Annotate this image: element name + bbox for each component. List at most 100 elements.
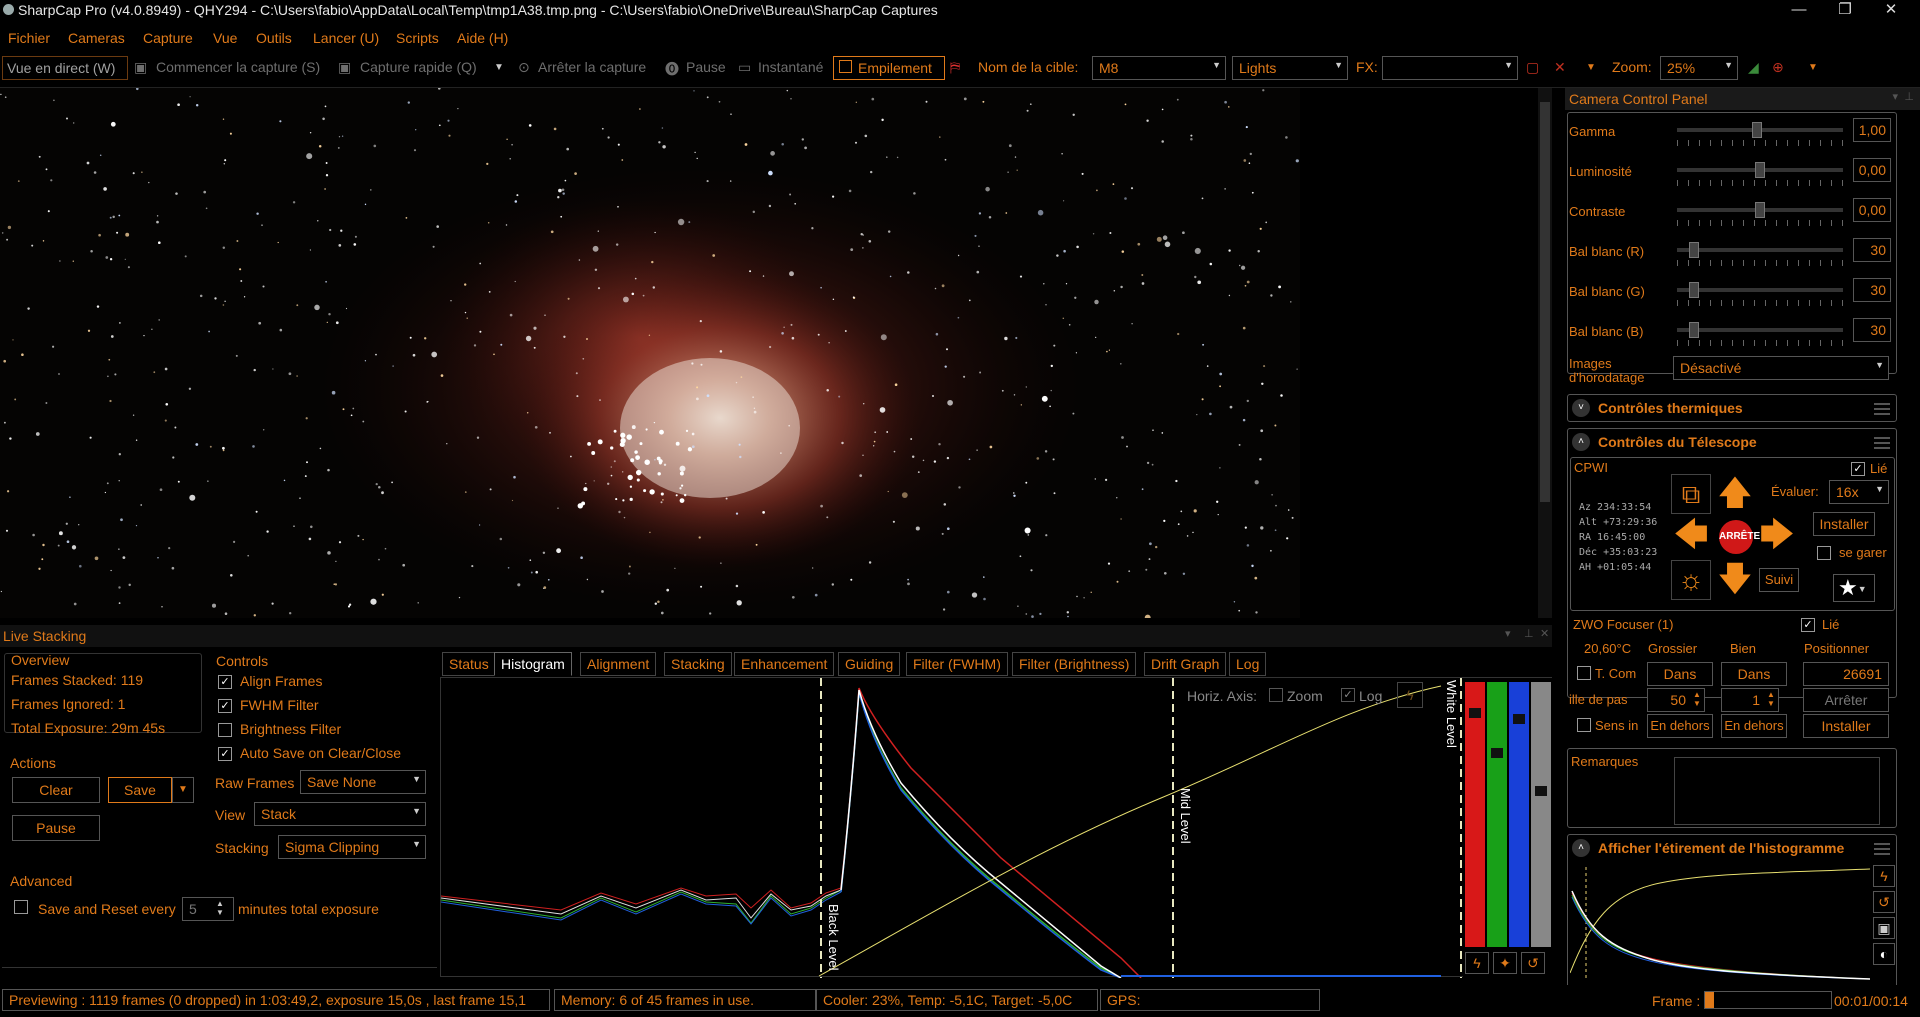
save-reset-checkbox[interactable] [14,900,28,914]
blue-slider-thumb[interactable] [1513,714,1525,724]
tab-guiding[interactable]: Guiding [838,652,901,676]
save-dropdown-chevron-icon[interactable]: ▼ [172,777,194,803]
pin-icon[interactable]: ▾ [1892,90,1898,103]
auto-stretch-icon[interactable]: ϟ [1465,952,1489,974]
stop-button[interactable]: ARRÊTE [1719,520,1760,554]
lightning-icon[interactable]: ϟ [1873,865,1895,887]
timestamp-select[interactable]: Désactivé ▼ [1673,356,1889,380]
track-button[interactable]: Suivi [1759,568,1799,592]
focuser-stop-button[interactable]: Arrêter [1803,688,1889,712]
snapshot-button[interactable]: Instantané [758,59,823,75]
fine-in-button[interactable]: Dans [1721,662,1787,686]
control-slider[interactable] [1677,328,1843,332]
focuser-linked-checkbox[interactable]: ✓ [1801,618,1815,632]
tab-alignment[interactable]: Alignment [580,652,657,676]
dock-icon[interactable]: ⊥ [1904,90,1914,103]
pause-button[interactable]: Pause [686,59,726,75]
pause-button[interactable]: Pause [12,815,100,841]
menu-fichier[interactable]: Fichier [8,30,50,46]
align-checkbox[interactable]: ✓ [218,675,232,689]
sun-icon[interactable]: ☼ [1671,560,1711,600]
histogram-chart[interactable] [441,678,1553,978]
contrast-icon[interactable]: ◐ [1873,943,1895,965]
reverse-checkbox[interactable] [1577,718,1591,732]
menu-icon[interactable] [1874,843,1890,855]
expand-chevron-icon[interactable]: ˅ [1572,399,1590,417]
scrollbar-thumb[interactable] [1540,102,1550,502]
control-value[interactable]: 0,00 [1853,198,1891,222]
histogram-panel[interactable]: Black Level Mid Level White Level Horiz.… [440,677,1553,978]
live-view-button[interactable]: Vue en direct (W) [2,56,128,80]
menu-icon[interactable] [1874,437,1890,449]
park-checkbox[interactable] [1817,546,1831,560]
tab-histogram[interactable]: Histogram [494,652,572,676]
roi-icon[interactable]: ▢ [1526,59,1539,76]
histogram-icon[interactable]: ◢ [1748,59,1759,76]
chevron-down-icon[interactable]: ▼ [1586,62,1596,73]
position-field[interactable]: 26691 [1803,662,1889,686]
tab-filter-fwhm[interactable]: Filter (FWHM) [906,652,1008,676]
start-capture-button[interactable]: Commencer la capture (S) [156,59,320,75]
luminance-channel-bar[interactable] [1531,682,1551,947]
luminance-slider-thumb[interactable] [1535,786,1547,796]
control-value[interactable]: 30 [1853,238,1891,262]
menu-outils[interactable]: Outils [256,30,292,46]
slider-thumb[interactable] [1755,202,1765,218]
tab-filter-brightness[interactable]: Filter (Brightness) [1012,652,1137,676]
tab-status[interactable]: Status [442,652,496,676]
fine-out-button[interactable]: En dehors [1721,714,1787,738]
goto-icon[interactable]: ⧉ [1671,474,1711,514]
control-value[interactable]: 30 [1853,278,1891,302]
tab-stacking[interactable]: Stacking [664,652,732,676]
reset-icon[interactable]: ↺ [1521,952,1545,974]
lightning-icon[interactable]: ϟ [1397,682,1423,708]
tcomp-checkbox[interactable] [1577,666,1591,680]
red-channel-bar[interactable] [1465,682,1485,947]
collapse-chevron-icon[interactable]: ˄ [1572,839,1590,857]
arrow-right-icon[interactable]: 🡆 [1757,516,1797,556]
reset-icon[interactable]: ↺ [1873,891,1895,913]
star-stretch-icon[interactable]: ✦ [1493,952,1517,974]
save-button[interactable]: Save [108,777,172,803]
mount-linked-checkbox[interactable]: ✓ [1851,462,1865,476]
close-button[interactable]: ✕ [1868,0,1914,22]
control-value[interactable]: 1,00 [1853,118,1891,142]
mini-histogram[interactable] [1570,863,1870,981]
slider-thumb[interactable] [1689,322,1699,338]
brightness-checkbox[interactable] [218,723,232,737]
menu-icon[interactable] [1874,403,1890,415]
step-fine-spinner[interactable]: ▲ ▼ [1767,690,1779,710]
fx-select[interactable]: ▼ [1382,56,1518,80]
collapse-chevron-icon[interactable]: ˄ [1572,433,1590,451]
dock-icon[interactable]: ⊥ [1524,627,1534,640]
step-coarse-spinner[interactable]: ▲ ▼ [1693,690,1705,710]
focuser-install-button[interactable]: Installer [1803,714,1889,738]
thermal-section[interactable]: ˅ Contrôles thermiques [1567,394,1897,422]
tab-log[interactable]: Log [1229,652,1267,676]
menu-cameras[interactable]: Cameras [68,30,125,46]
log-checkbox[interactable]: ✓ [1341,688,1355,702]
target-select[interactable]: M8 ▼ [1092,56,1226,80]
save-icon[interactable]: ▣ [1873,917,1895,939]
tab-enhancement[interactable]: Enhancement [734,652,835,676]
stop-capture-button[interactable]: Arrêter la capture [538,59,646,75]
green-slider-thumb[interactable] [1491,748,1503,758]
control-slider[interactable] [1677,248,1843,252]
image-scrollbar[interactable] [1538,88,1552,618]
close-icon[interactable]: ✕ [1540,627,1549,640]
slider-thumb[interactable] [1689,282,1699,298]
menu-scripts[interactable]: Scripts [396,30,439,46]
arrow-down-icon[interactable]: 🡇 [1715,560,1755,600]
tab-drift-graph[interactable]: Drift Graph [1144,652,1227,676]
minimize-button[interactable]: — [1776,0,1822,22]
quick-capture-button[interactable]: Capture rapide (Q) [360,59,477,75]
image-viewer[interactable] [0,88,1535,618]
chevron-down-icon[interactable]: ▼ [1808,62,1818,73]
zoom-checkbox[interactable] [1269,688,1283,702]
green-channel-bar[interactable] [1487,682,1507,947]
autosave-checkbox[interactable]: ✓ [218,747,232,761]
restore-button[interactable]: ❐ [1822,0,1868,22]
control-slider[interactable] [1677,288,1843,292]
fwhm-checkbox[interactable]: ✓ [218,699,232,713]
minutes-spinner[interactable]: ▲ ▼ [216,899,230,919]
